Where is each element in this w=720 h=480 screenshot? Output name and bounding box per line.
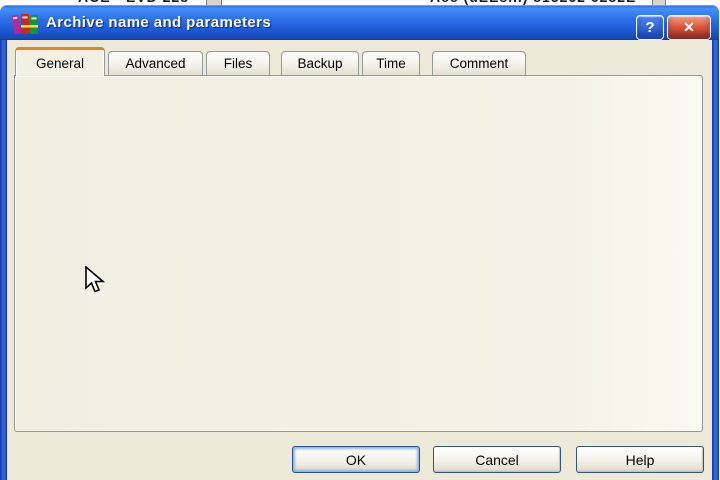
cancel-button[interactable]: Cancel — [433, 446, 561, 473]
dialog-title: Archive name and parameters — [46, 14, 272, 31]
help-button[interactable]: Help — [576, 446, 704, 473]
tab-label: Files — [223, 56, 253, 71]
help-button-label: Help — [625, 451, 655, 468]
ok-button[interactable]: OK — [292, 446, 420, 473]
ok-button-label: OK — [345, 451, 367, 468]
tab-backup[interactable]: Backup — [281, 51, 359, 75]
tab-page-general — [14, 75, 703, 432]
screen: ACE - EVD 228 Acc (dEEsin) 815262 6282E … — [0, 0, 720, 480]
dialog-border-right — [712, 30, 719, 480]
tab-advanced[interactable]: Advanced — [108, 51, 203, 75]
cancel-button-label: Cancel — [475, 451, 519, 468]
tab-label: General — [35, 55, 85, 71]
tab-files[interactable]: Files — [206, 51, 270, 75]
tab-label: Comment — [449, 56, 509, 71]
dialog-titlebar[interactable]: Archive name and parameters ? ✕ — [0, 5, 719, 40]
tab-time[interactable]: Time — [362, 51, 420, 75]
tab-label: Advanced — [125, 56, 186, 71]
help-icon: ? — [645, 19, 655, 36]
dialog-border-left — [0, 30, 7, 480]
close-icon: ✕ — [683, 19, 695, 35]
titlebar-close-button[interactable]: ✕ — [667, 15, 711, 40]
tab-comment[interactable]: Comment — [432, 51, 526, 75]
mouse-cursor-icon — [85, 266, 106, 293]
tab-label: Time — [376, 56, 406, 71]
tab-general[interactable]: General — [15, 47, 105, 76]
titlebar-help-button[interactable]: ? — [636, 15, 664, 40]
winrar-books-icon — [12, 14, 38, 35]
tab-label: Backup — [297, 56, 343, 71]
